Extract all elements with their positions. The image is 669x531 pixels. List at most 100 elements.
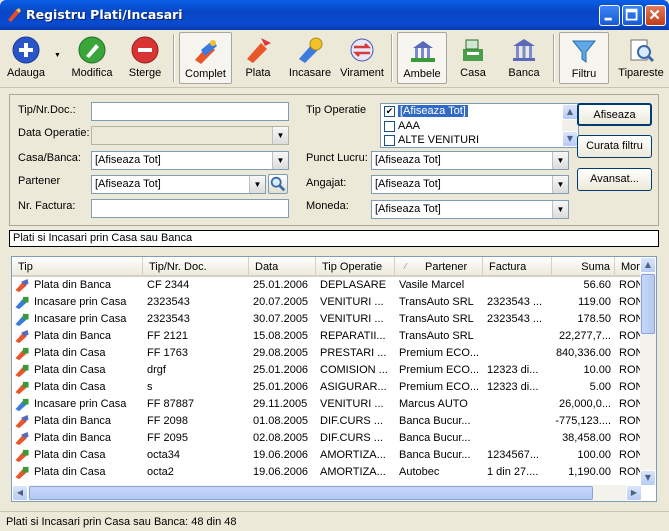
scroll-up-icon[interactable]: ▲	[640, 257, 656, 273]
table-horizontal-scrollbar[interactable]: ◀ ▶	[12, 485, 642, 501]
scroll-right-icon[interactable]: ▶	[626, 485, 642, 501]
avansat-button[interactable]: Avansat...	[577, 168, 652, 191]
list-item[interactable]: ✔ [Afiseaza Tot]	[384, 105, 562, 120]
cell-data: 19.06.2006	[253, 466, 309, 478]
banca-label: Banca	[508, 67, 540, 79]
table-row[interactable]: Plata din Banca CF 2344 25.01.2006 DEPLASAR…	[12, 277, 643, 294]
checkbox[interactable]	[384, 120, 395, 132]
scroll-down-icon[interactable]: ▼	[640, 470, 656, 486]
cell-suma: 22,277,7...	[559, 330, 611, 342]
maximize-button[interactable]	[622, 5, 643, 26]
chevron-down-icon[interactable]: ▼	[272, 127, 288, 144]
scroll-thumb[interactable]	[29, 486, 593, 500]
filtru-button[interactable]: Filtru	[559, 32, 609, 84]
ambele-button[interactable]: Ambele	[397, 32, 447, 84]
adauga-button[interactable]: Adauga	[4, 32, 48, 84]
table-row[interactable]: Plata din Banca FF 2095 02.08.2005 DIF.CURS…	[12, 430, 643, 447]
angajat-select[interactable]: [Afiseaza Tot] ▼	[371, 175, 569, 194]
complet-button[interactable]: Complet	[179, 32, 232, 84]
cell-doc: octa2	[147, 466, 174, 478]
cell-factura	[485, 396, 552, 413]
casa-banca-select[interactable]: [Afiseaza Tot] ▼	[91, 151, 289, 170]
table-row[interactable]: Plata din Casa FF 1763 29.08.2005 PRESTARI …	[12, 345, 643, 362]
filtru-label: Filtru	[571, 68, 597, 80]
column-header-factura[interactable]: Factura	[483, 257, 552, 277]
punct-lucru-label: Punct Lucru:	[306, 152, 368, 164]
table-row[interactable]: Plata din Banca FF 2121 15.08.2005 REPARATI…	[12, 328, 643, 345]
cell-op: VENITURI ...	[320, 398, 384, 410]
cell-doc: FF 2121	[147, 330, 188, 342]
modifica-label: Modifica	[71, 67, 113, 79]
chevron-down-icon[interactable]: ▼	[249, 176, 265, 193]
casa-button[interactable]: Casa	[452, 32, 494, 84]
scroll-left-icon[interactable]: ◀	[12, 485, 28, 501]
plata-banca-icon	[15, 431, 29, 446]
records-table[interactable]: Tip Tip/Nr. Doc. Data Tip Operatie ⁄ Par…	[11, 256, 657, 502]
table-row[interactable]: Plata din Banca FF 2098 01.08.2005 DIF.CURS…	[12, 413, 643, 430]
punct-lucru-select[interactable]: [Afiseaza Tot] ▼	[371, 151, 569, 170]
curata-filtru-button[interactable]: Curata filtru	[577, 135, 652, 158]
checkbox-checked[interactable]: ✔	[384, 105, 395, 117]
chevron-down-icon[interactable]: ▼	[552, 176, 568, 193]
afiseaza-button[interactable]: Afiseaza	[577, 103, 652, 126]
cell-tip: Plata din Banca	[34, 432, 112, 444]
column-header-data[interactable]: Data	[249, 257, 316, 277]
partener-select[interactable]: [Afiseaza Tot] ▼	[91, 175, 266, 194]
checkbox[interactable]	[384, 134, 395, 146]
column-header-partener[interactable]: ⁄ Partener	[395, 257, 483, 277]
chevron-down-icon[interactable]: ▼	[552, 201, 568, 218]
data-operatie-select[interactable]: ▼	[91, 126, 289, 145]
sort-arrow-icon: ⁄	[405, 262, 407, 271]
cell-partener: TransAuto SRL	[399, 296, 474, 308]
cell-factura: 2323543 ...	[487, 313, 543, 325]
column-header-suma[interactable]: Suma	[552, 257, 615, 277]
scroll-up-icon[interactable]: ▲	[562, 104, 578, 120]
table-row[interactable]: Incasare prin Casa 2323543 30.07.2005 VENIT…	[12, 311, 643, 328]
casa-banca-label: Casa/Banca:	[18, 152, 81, 164]
list-item[interactable]: ALTE VENITURI	[384, 134, 562, 149]
close-button[interactable]	[645, 5, 666, 26]
table-row[interactable]: Plata din Casa s 25.01.2006 ASIGURAR... Prem…	[12, 379, 643, 396]
cell-data: 30.07.2005	[253, 313, 309, 325]
tip-doc-input[interactable]	[91, 102, 289, 121]
incasare-button[interactable]: Incasare	[284, 32, 336, 84]
column-header-tip[interactable]: Tip	[12, 257, 143, 277]
cell-partener: TransAuto SRL	[399, 313, 474, 325]
column-header-tip-operatie[interactable]: Tip Operatie	[316, 257, 395, 277]
tipareste-label: Tipareste	[618, 67, 664, 79]
scroll-down-icon[interactable]: ▼	[562, 131, 578, 147]
table-row[interactable]: Incasare prin Casa FF 87887 29.11.2005 VENI…	[12, 396, 643, 413]
casa-label: Casa	[460, 67, 486, 79]
factura-input[interactable]	[91, 199, 289, 218]
table-row[interactable]: Plata din Casa octa2 19.06.2006 AMORTIZA...…	[12, 464, 643, 481]
table-vertical-scrollbar[interactable]: ▲ ▼	[640, 257, 656, 486]
list-scrollbar[interactable]: ▲ ▼	[562, 104, 578, 147]
virament-label: Virament	[340, 67, 384, 79]
tipareste-button[interactable]: Tipareste	[613, 32, 669, 84]
table-row[interactable]: Plata din Casa drgf 25.01.2006 COMISION ...…	[12, 362, 643, 379]
plata-button[interactable]: Plata	[236, 32, 280, 84]
table-row[interactable]: Plata din Casa octa34 19.06.2006 AMORTIZA..…	[12, 447, 643, 464]
banca-button[interactable]: Banca	[500, 32, 548, 84]
column-header-doc[interactable]: Tip/Nr. Doc.	[143, 257, 249, 277]
sterge-button[interactable]: Sterge	[122, 32, 168, 84]
list-item[interactable]: AAA	[384, 120, 562, 135]
cell-doc: FF 87887	[147, 398, 195, 410]
table-row[interactable]: Incasare prin Casa 2323543 20.07.2005 VENIT…	[12, 294, 643, 311]
print-preview-icon	[630, 39, 655, 63]
partener-search-button[interactable]	[268, 174, 288, 194]
title-bar: Registru Plati/Incasari	[0, 0, 669, 30]
chevron-down-icon[interactable]: ▼	[552, 152, 568, 169]
minimize-button[interactable]	[599, 5, 620, 26]
moneda-select[interactable]: [Afiseaza Tot] ▼	[371, 200, 569, 219]
scroll-thumb[interactable]	[641, 274, 655, 334]
tip-operatie-list[interactable]: ✔ [Afiseaza Tot] AAA ALTE VENITURI ▲ ▼	[380, 103, 579, 148]
virament-button[interactable]: Virament	[338, 32, 386, 84]
adauga-dropdown[interactable]: ▼	[50, 32, 64, 84]
cell-suma: 38,458.00	[562, 432, 611, 444]
cell-tip: Plata din Casa	[34, 381, 106, 393]
modifica-button[interactable]: Modifica	[66, 32, 118, 84]
cell-suma: 840,336.00	[555, 347, 611, 359]
chevron-down-icon[interactable]: ▼	[272, 152, 288, 169]
column-header-partener-label: Partener	[425, 261, 468, 273]
